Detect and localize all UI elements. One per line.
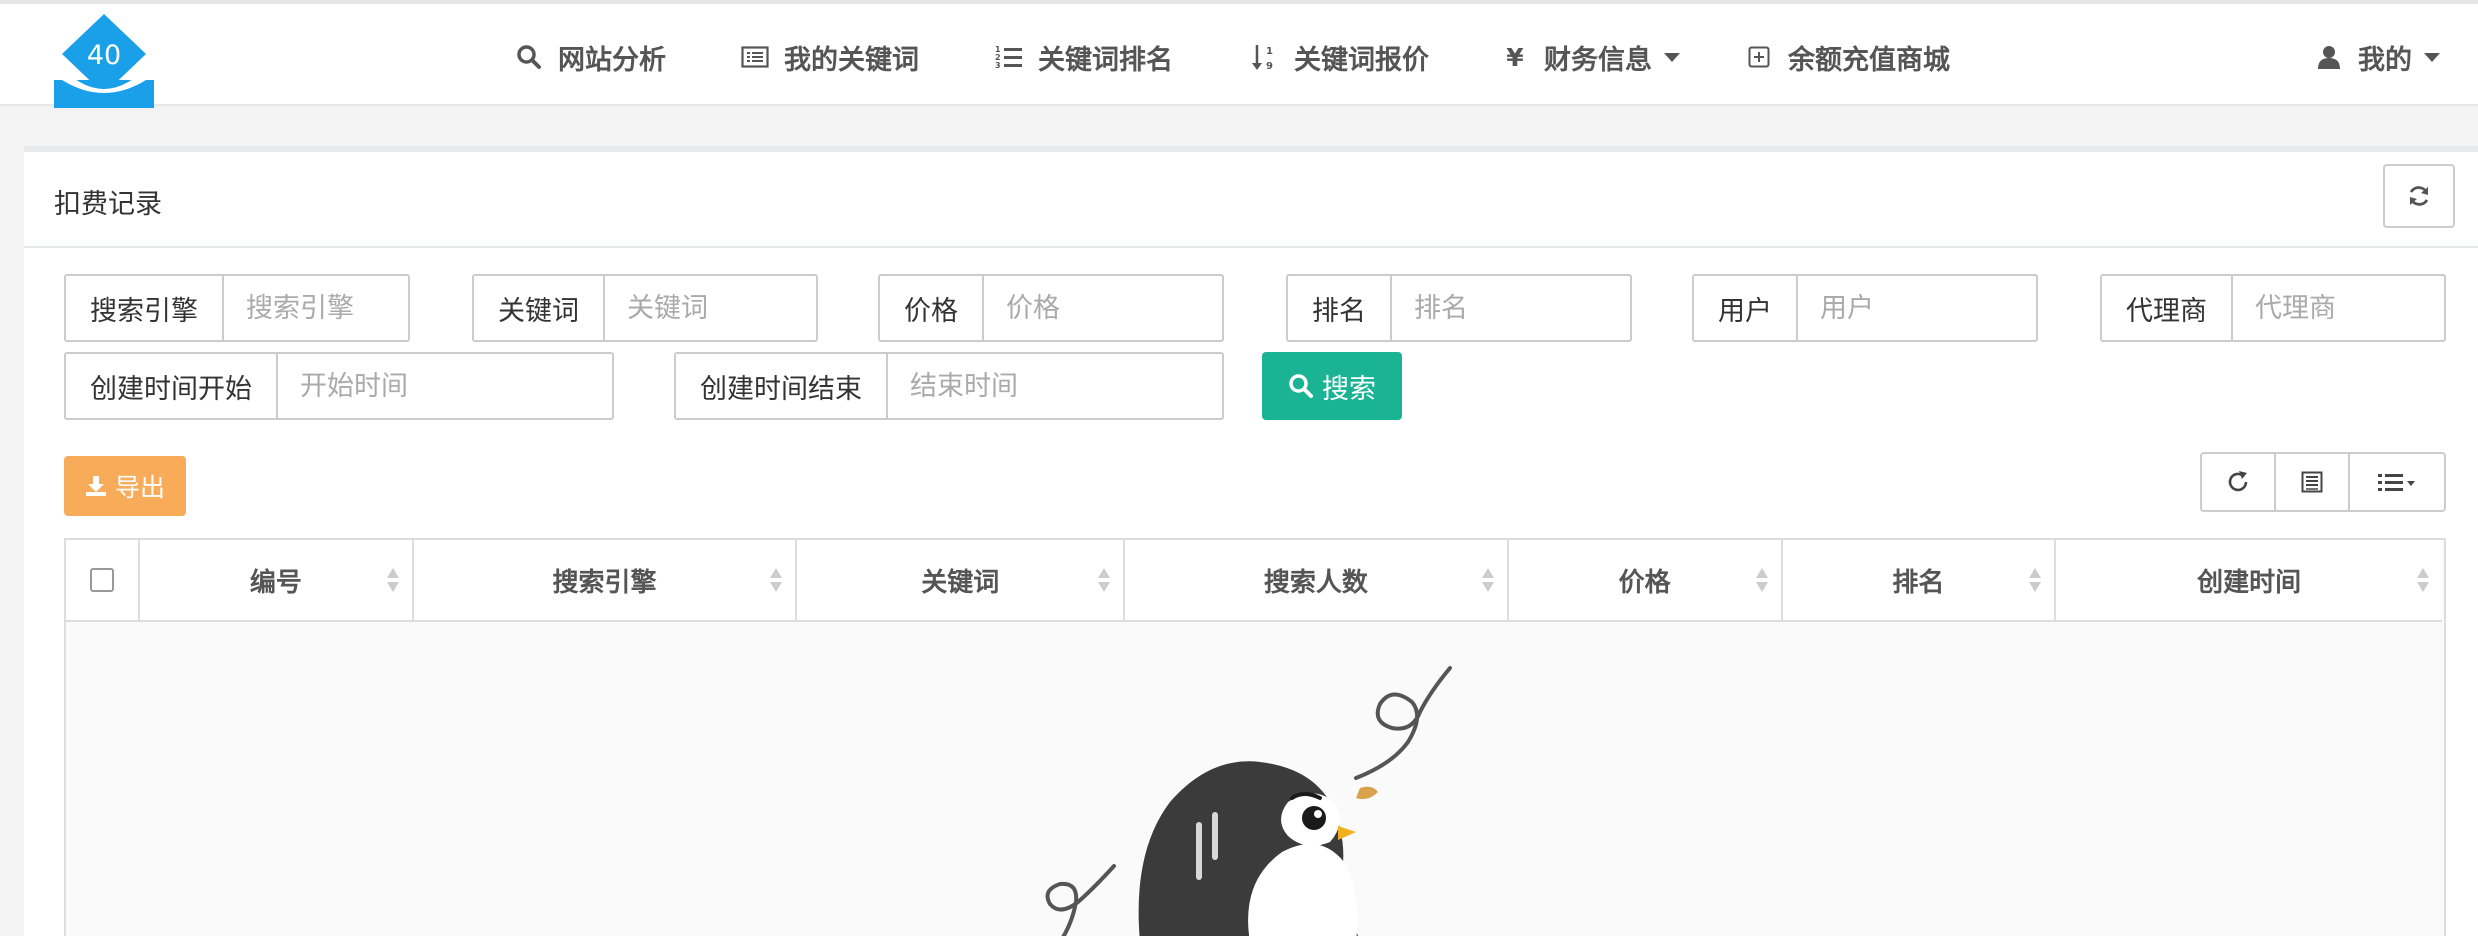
column-header-search-count[interactable]: 搜索人数 (1125, 540, 1509, 620)
column-label: 搜索引擎 (552, 567, 657, 598)
select-all-checkbox[interactable] (89, 568, 114, 592)
user-menu-dropdown[interactable]: 我的 (2312, 34, 2440, 80)
list-ol-icon: 123 (992, 40, 1026, 74)
column-label: 搜索人数 (1263, 567, 1368, 598)
nav-label: 网站分析 (558, 44, 666, 76)
table-header: 编号 搜索引擎 关键词 搜索人数 价格 排名 创建时间 (66, 540, 2442, 622)
column-header-keyword[interactable]: 关键词 (797, 540, 1126, 620)
column-label: 创建时间 (2197, 567, 2302, 598)
start-time-input[interactable] (278, 354, 612, 418)
nav-keyword-quote[interactable]: 19 关键词报价 (1248, 34, 1429, 80)
table-refresh-button[interactable] (2202, 454, 2276, 510)
sort-icon (386, 568, 399, 592)
svg-text:9: 9 (1266, 61, 1273, 71)
column-label: 编号 (249, 567, 302, 598)
columns-list-icon (2378, 474, 2415, 491)
download-icon (85, 476, 106, 496)
nav-label: 关键词排名 (1038, 44, 1173, 76)
column-header-id[interactable]: 编号 (140, 540, 414, 620)
sort-icon (1098, 568, 1111, 592)
column-label: 关键词 (921, 567, 1000, 598)
column-header-created-time[interactable]: 创建时间 (2056, 540, 2442, 620)
filter-label: 创建时间结束 (676, 354, 888, 418)
sort-icon (770, 568, 783, 592)
search-icon (1289, 374, 1313, 398)
search-engine-input[interactable] (224, 276, 408, 340)
nav-recharge-store[interactable]: 余额充值商城 (1742, 34, 1950, 80)
top-navbar: 40 网站分析 我的关键词 123 关键词排名 19 关键词报价 ¥ 财务信息 … (0, 0, 2478, 108)
table-toolbar (2200, 452, 2446, 512)
column-label: 排名 (1892, 567, 1945, 598)
sort-icon (1755, 568, 1768, 592)
list-alt-icon (738, 40, 772, 74)
rank-input[interactable] (1392, 276, 1630, 340)
keyword-input[interactable] (605, 276, 816, 340)
filter-created-start: 创建时间开始 (64, 352, 614, 420)
filter-search-engine: 搜索引擎 (64, 274, 410, 342)
nav-label: 关键词报价 (1294, 44, 1429, 76)
panel-title: 扣费记录 (54, 189, 162, 220)
filter-label: 搜索引擎 (66, 276, 224, 340)
svg-text:1: 1 (1266, 46, 1273, 57)
sort-icon (2416, 568, 2429, 592)
nav-keyword-ranking[interactable]: 123 关键词排名 (992, 34, 1173, 80)
nav-my-keywords[interactable]: 我的关键词 (738, 34, 919, 80)
select-all-cell (66, 540, 140, 620)
column-header-search-engine[interactable]: 搜索引擎 (414, 540, 798, 620)
column-label: 价格 (1618, 567, 1671, 598)
user-icon (2312, 40, 2346, 74)
filter-created-end: 创建时间结束 (674, 352, 1224, 420)
logo[interactable]: 40 (54, 10, 154, 108)
table-icon (2301, 471, 2323, 493)
refresh-icon (2409, 186, 2429, 206)
search-icon (512, 40, 546, 74)
search-button[interactable]: 搜索 (1262, 352, 1402, 420)
yen-icon: ¥ (1506, 42, 1524, 72)
caret-down-icon (2424, 52, 2440, 62)
export-button[interactable]: 导出 (64, 456, 186, 516)
caret-down-icon (1664, 52, 1680, 62)
nav-label: 财务信息 (1544, 44, 1652, 76)
sort-icon (2029, 568, 2042, 592)
user-input[interactable] (1798, 276, 2036, 340)
filter-rank: 排名 (1286, 274, 1632, 342)
filter-agent: 代理商 (2100, 274, 2446, 342)
price-input[interactable] (984, 276, 1222, 340)
column-header-rank[interactable]: 排名 (1783, 540, 2057, 620)
agent-input[interactable] (2233, 276, 2444, 340)
filter-label: 用户 (1694, 276, 1798, 340)
nav-label: 我的关键词 (784, 44, 919, 76)
refresh-icon (2228, 471, 2248, 492)
filter-price: 价格 (878, 274, 1224, 342)
nav-finance-dropdown[interactable]: ¥ 财务信息 (1498, 34, 1680, 80)
empty-state-penguin-illustration (1045, 666, 1452, 936)
filter-label: 创建时间开始 (66, 354, 278, 418)
search-button-label: 搜索 (1322, 373, 1376, 405)
toggle-view-button[interactable] (2276, 454, 2350, 510)
nav-label: 余额充值商城 (1788, 44, 1950, 76)
column-header-price[interactable]: 价格 (1509, 540, 1783, 620)
nav-website-analysis[interactable]: 网站分析 (512, 34, 666, 80)
logo-badge-text: 40 (86, 40, 122, 71)
sort-icon (1481, 568, 1494, 592)
sort-numeric-icon: 19 (1248, 40, 1282, 74)
filter-keyword: 关键词 (472, 274, 818, 342)
svg-text:3: 3 (995, 61, 1001, 70)
filter-label: 价格 (880, 276, 984, 340)
user-menu-label: 我的 (2358, 44, 2412, 76)
filter-label: 排名 (1288, 276, 1392, 340)
export-button-label: 导出 (114, 473, 165, 502)
columns-dropdown-button[interactable] (2350, 454, 2444, 510)
panel-refresh-button[interactable] (2383, 164, 2455, 228)
filter-label: 关键词 (474, 276, 605, 340)
filter-label: 代理商 (2102, 276, 2233, 340)
end-time-input[interactable] (888, 354, 1222, 418)
panel-divider (24, 246, 2478, 248)
plus-square-icon (1742, 40, 1776, 74)
filter-user: 用户 (1692, 274, 2038, 342)
